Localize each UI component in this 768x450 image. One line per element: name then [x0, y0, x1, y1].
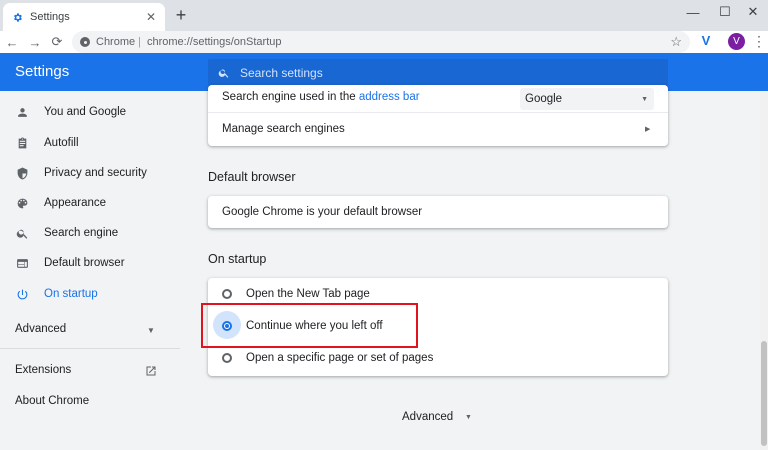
radio-button[interactable]: [222, 353, 232, 363]
default-browser-row: Google Chrome is your default browser: [208, 196, 668, 228]
maximize-button[interactable]: ☐: [710, 2, 740, 22]
sidebar-item-label: You and Google: [44, 106, 127, 118]
sidebar-item-privacy[interactable]: Privacy and security: [0, 158, 180, 188]
sidebar-advanced[interactable]: Advanced: [15, 323, 66, 335]
omnibox-url[interactable]: chrome://settings/onStartup: [147, 36, 282, 48]
gear-icon: [12, 12, 23, 23]
palette-icon: [16, 197, 29, 210]
search-engine-card: Search engine used in the address bar Go…: [208, 85, 668, 146]
sidebar-item-label: Search engine: [44, 227, 119, 239]
close-window-button[interactable]: ✕: [738, 2, 768, 22]
search-engine-label-text: Search engine used in the: [222, 90, 359, 103]
tab-title: Settings: [30, 11, 70, 23]
sidebar-about-chrome[interactable]: About Chrome: [15, 395, 89, 407]
chevron-down-icon[interactable]: ▼: [465, 414, 472, 421]
sidebar-item-you-and-google[interactable]: You and Google: [0, 97, 180, 127]
search-placeholder: Search settings: [240, 65, 323, 80]
tab-settings[interactable]: Settings ✕: [3, 3, 165, 31]
advanced-expand-label[interactable]: Advanced: [402, 411, 453, 423]
omnibox-chrome-label: Chrome: [96, 36, 136, 48]
sidebar-extensions[interactable]: Extensions: [15, 364, 71, 376]
sidebar-item-label: Privacy and security: [44, 167, 147, 179]
default-browser-status: Google Chrome is your default browser: [222, 206, 423, 218]
default-browser-title: Default browser: [208, 170, 296, 184]
search-engine-label: Search engine used in the address bar: [222, 91, 420, 103]
settings-sidebar: You and Google Autofill Privacy and secu…: [0, 91, 180, 450]
chrome-page-icon: [80, 37, 90, 47]
more-menu-icon[interactable]: ⋮: [752, 34, 766, 50]
sidebar-item-search-engine[interactable]: Search engine: [0, 218, 180, 248]
open-in-new-icon[interactable]: [145, 365, 157, 377]
sidebar-item-default-browser[interactable]: Default browser: [0, 248, 180, 278]
sidebar-item-appearance[interactable]: Appearance: [0, 188, 180, 218]
person-icon: [16, 106, 29, 119]
extension-v-icon[interactable]: V: [698, 33, 714, 51]
sidebar-item-label: Default browser: [44, 257, 125, 269]
sidebar-divider: [0, 348, 180, 349]
sidebar-item-on-startup[interactable]: On startup: [0, 279, 180, 309]
chevron-right-icon: ▶: [645, 126, 651, 133]
clipboard-icon: [16, 137, 29, 150]
on-startup-title: On startup: [208, 252, 267, 266]
address-bar-link[interactable]: address bar: [359, 91, 420, 103]
shield-icon: [16, 167, 29, 180]
scrollbar-thumb[interactable]: [761, 341, 767, 446]
search-settings-input[interactable]: Search settings: [208, 59, 668, 86]
minimize-button[interactable]: —: [678, 2, 708, 22]
close-tab-icon[interactable]: ✕: [143, 9, 159, 25]
browser-toolbar: ← → ⟳ Chrome | chrome://settings/onStart…: [0, 31, 768, 53]
sidebar-item-label: Autofill: [44, 137, 79, 149]
manage-search-engines-label: Manage search engines: [222, 123, 345, 135]
search-icon: [16, 227, 29, 240]
new-tab-button[interactable]: +: [172, 6, 190, 25]
sidebar-item-label: On startup: [44, 288, 98, 300]
forward-button[interactable]: →: [26, 31, 44, 53]
manage-search-engines-row[interactable]: Manage search engines ▶: [208, 112, 668, 146]
omnibox-separator: |: [138, 36, 141, 48]
sidebar-item-label: Appearance: [44, 197, 107, 209]
search-engine-row: Search engine used in the address bar Go…: [222, 88, 662, 110]
search-icon: [218, 67, 230, 79]
back-button[interactable]: ←: [3, 31, 21, 53]
browser-icon: [16, 257, 29, 270]
default-browser-card: Google Chrome is your default browser: [208, 196, 668, 228]
search-engine-select-value: Google: [525, 93, 563, 105]
chevron-down-icon[interactable]: ▼: [147, 326, 155, 335]
startup-option-label: Open the New Tab page: [246, 288, 370, 300]
startup-option-label: Open a specific page or set of pages: [246, 352, 434, 364]
omnibox[interactable]: Chrome | chrome://settings/onStartup ☆: [72, 31, 690, 53]
search-engine-select[interactable]: Google ▼: [520, 88, 654, 110]
profile-avatar[interactable]: V: [728, 33, 745, 50]
power-icon: [16, 288, 29, 301]
red-highlight-box: [201, 303, 418, 348]
chevron-down-icon: ▼: [641, 95, 648, 103]
tab-strip: Settings ✕ + — ☐ ✕: [0, 0, 768, 31]
sidebar-item-autofill[interactable]: Autofill: [0, 128, 180, 158]
scrollbar[interactable]: [760, 91, 768, 450]
bookmark-star-icon[interactable]: ☆: [670, 34, 682, 50]
radio-button[interactable]: [222, 289, 232, 299]
reload-button[interactable]: ⟳: [48, 31, 66, 53]
page-title: Settings: [15, 63, 70, 80]
